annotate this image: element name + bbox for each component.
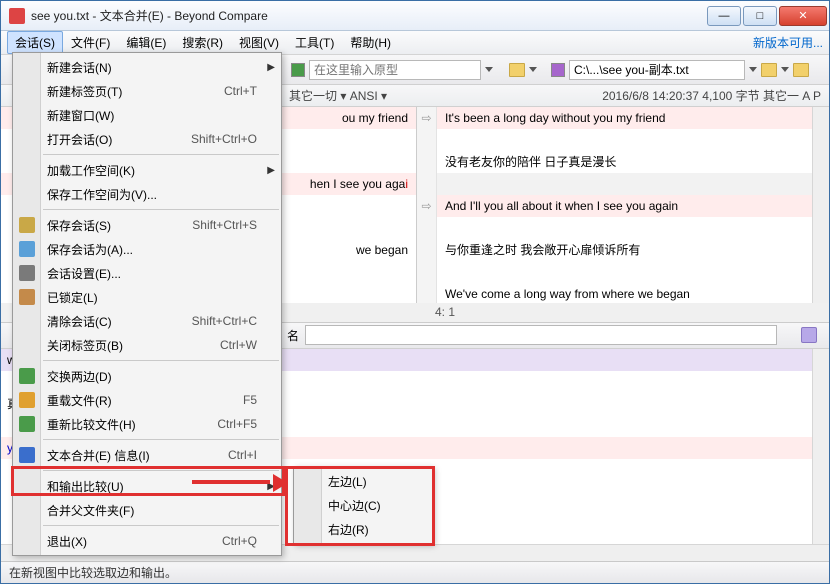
output-name-input[interactable] <box>305 325 777 345</box>
menu-item[interactable]: 合并父文件夹(F) <box>13 498 281 522</box>
submenu-item[interactable]: 左边(L) <box>294 469 432 493</box>
menu-item[interactable]: 会话设置(E)... <box>13 261 281 285</box>
menu-item[interactable]: 已锁定(L) <box>13 285 281 309</box>
menu-item[interactable]: 重新比较文件(H)Ctrl+F5 <box>13 412 281 436</box>
menu-item[interactable]: 清除会话(C)Shift+Ctrl+C <box>13 309 281 333</box>
info-left[interactable]: 其它一切 ▾ ANSI ▾ <box>281 87 395 104</box>
submenu-item[interactable]: 中心边(C) <box>294 493 432 517</box>
save-icon[interactable] <box>801 327 817 343</box>
menu-item[interactable]: 交换两边(D) <box>13 364 281 388</box>
menu-file[interactable]: 文件(F) <box>63 31 118 54</box>
menu-item[interactable]: 文本合并(E) 信息(I)Ctrl+I <box>13 443 281 467</box>
menu-edit[interactable]: 编辑(E) <box>118 31 174 54</box>
app-icon <box>9 8 25 24</box>
menu-session[interactable]: 会话(S) <box>7 31 63 54</box>
right-content[interactable]: ⇨It's been a long day without you my fri… <box>417 107 812 303</box>
menu-item[interactable]: 加载工作空间(K)▶ <box>13 158 281 182</box>
maximize-button[interactable]: □ <box>743 6 777 26</box>
titlebar[interactable]: see you.txt - 文本合并(E) - Beyond Compare —… <box>1 1 829 31</box>
menu-item[interactable]: 退出(X)Ctrl+Q <box>13 529 281 553</box>
dropdown-icon[interactable] <box>749 67 757 72</box>
submenu-item[interactable]: 右边(R) <box>294 517 432 541</box>
menu-item[interactable]: 关闭标签页(B)Ctrl+W <box>13 333 281 357</box>
menu-item[interactable]: 新建窗口(W) <box>13 103 281 127</box>
folder-browse-icon[interactable] <box>793 63 809 77</box>
cursor-pos: 4: 1 <box>427 305 821 319</box>
statusbar: 在新视图中比较选取边和输出。 <box>1 561 829 583</box>
menu-view[interactable]: 视图(V) <box>231 31 287 54</box>
compare-output-submenu: 左边(L)中心边(C)右边(R) <box>293 466 433 544</box>
color-purple-icon <box>551 63 565 77</box>
dropdown-icon[interactable] <box>485 67 493 72</box>
dropdown-icon[interactable] <box>529 67 537 72</box>
menu-item[interactable]: 新建会话(N)▶ <box>13 55 281 79</box>
scrollbar-v[interactable] <box>812 107 829 303</box>
annotation-arrow <box>192 477 288 489</box>
menu-item[interactable]: 保存工作空间为(V)... <box>13 182 281 206</box>
color-green-icon <box>291 63 305 77</box>
search-input[interactable] <box>309 60 481 80</box>
info-right: 2016/6/8 14:20:37 4,100 字节 其它一 A P <box>594 87 829 104</box>
folder-open-icon[interactable] <box>761 63 777 77</box>
minimize-button[interactable]: — <box>707 6 741 26</box>
menu-item[interactable]: 新建标签页(T)Ctrl+T <box>13 79 281 103</box>
menu-tools[interactable]: 工具(T) <box>287 31 342 54</box>
close-button[interactable]: ✕ <box>779 6 827 26</box>
folder-open-icon[interactable] <box>509 63 525 77</box>
menu-item[interactable]: 打开会话(O)Shift+Ctrl+O <box>13 127 281 151</box>
scrollbar-v[interactable] <box>812 349 829 545</box>
window-title: see you.txt - 文本合并(E) - Beyond Compare <box>31 7 707 24</box>
menu-item[interactable]: 保存会话为(A)... <box>13 237 281 261</box>
right-pane: ⇨It's been a long day without you my fri… <box>417 107 829 303</box>
dropdown-icon[interactable] <box>781 67 789 72</box>
menu-item[interactable]: 重载文件(R)F5 <box>13 388 281 412</box>
menu-item[interactable]: 保存会话(S)Shift+Ctrl+S <box>13 213 281 237</box>
name-label: 名 <box>287 327 299 344</box>
menu-search[interactable]: 搜索(R) <box>174 31 231 54</box>
menu-help[interactable]: 帮助(H) <box>342 31 399 54</box>
status-text: 在新视图中比较选取边和输出。 <box>9 564 177 581</box>
path-input[interactable] <box>569 60 745 80</box>
update-link[interactable]: 新版本可用... <box>753 34 823 51</box>
